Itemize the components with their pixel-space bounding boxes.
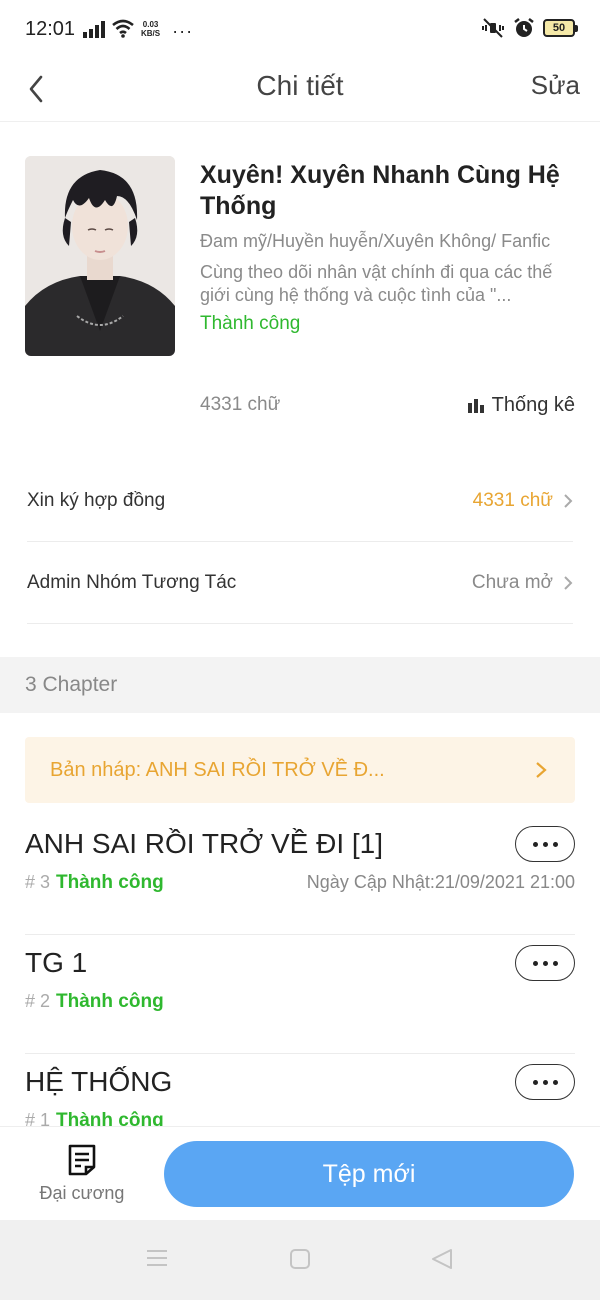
status-bar: 12:01 0.03 KB/S ··· 50 xyxy=(0,0,600,58)
net-speed: 0.03 KB/S xyxy=(141,20,160,38)
outline-label: Đại cương xyxy=(39,1183,125,1203)
battery-icon: 50 xyxy=(543,19,578,37)
status-left-icons: 0.03 KB/S ··· xyxy=(83,18,194,41)
statistics-button[interactable]: Thống kê xyxy=(467,394,575,417)
status-right-icons: 50 xyxy=(481,17,578,39)
more-dots-icon xyxy=(532,1079,538,1085)
book-title: Xuyên! Xuyên Nhanh Cùng Hệ Thống xyxy=(200,161,560,220)
alarm-icon xyxy=(514,18,534,37)
more-dots-icon xyxy=(532,960,538,966)
mute-icon xyxy=(482,18,504,38)
book-cover-image[interactable] xyxy=(25,156,175,356)
chapter-status: Thành công xyxy=(56,872,164,893)
edit-button[interactable]: Sửa xyxy=(531,70,580,101)
bottom-action-bar: Đại cương Tệp mới xyxy=(0,1126,600,1220)
more-status-icon: ··· xyxy=(172,21,194,41)
chevron-right-icon xyxy=(564,494,573,508)
chapter-meta: # 2 Thành công xyxy=(25,991,164,1013)
menu-icon[interactable] xyxy=(146,1248,168,1268)
chapter-item[interactable]: HỆ THỐNG # 1 Thành công xyxy=(25,1054,575,1126)
chapter-item[interactable]: ANH SAI RỒI TRỞ VỀ ĐI [1] # 3 Thành công … xyxy=(25,816,575,935)
chapter-status: Thành công xyxy=(56,1110,164,1126)
chapter-meta: # 1 Thành công xyxy=(25,1110,164,1126)
book-word-count: 4331 chữ xyxy=(200,394,281,415)
system-navigation-bar xyxy=(0,1220,600,1300)
wifi-icon xyxy=(112,19,134,38)
admin-group-value: Chưa mở xyxy=(471,572,553,593)
bar-chart-icon xyxy=(467,398,484,413)
new-file-button[interactable]: Tệp mới xyxy=(164,1141,574,1207)
book-description: Cùng theo dõi nhân vật chính đi qua các … xyxy=(200,262,553,305)
contract-row[interactable]: Xin ký hợp đồng 4331 chữ xyxy=(27,460,573,542)
more-options-button[interactable] xyxy=(515,826,575,862)
chapter-updated: Ngày Cập Nhật:21/09/2021 21:00 xyxy=(306,872,575,892)
chapter-title: ANH SAI RỒI TRỞ VỀ ĐI [1] xyxy=(25,828,384,859)
document-list-icon xyxy=(68,1144,96,1176)
book-status: Thành công xyxy=(200,313,301,334)
chapter-title: TG 1 xyxy=(25,947,88,978)
chapter-number: # 2 xyxy=(25,991,51,1011)
battery-level: 50 xyxy=(552,22,566,34)
chapter-title: HỆ THỐNG xyxy=(25,1066,173,1097)
chapter-number: # 3 xyxy=(25,872,51,892)
chapter-item[interactable]: TG 1 # 2 Thành công xyxy=(25,935,575,1054)
chevron-right-icon xyxy=(536,762,547,778)
more-options-button[interactable] xyxy=(515,1064,575,1100)
net-speed-unit: KB/S xyxy=(141,29,161,38)
contract-value: 4331 chữ xyxy=(472,490,553,511)
contract-label: Xin ký hợp đồng xyxy=(27,490,166,511)
book-info: Xuyên! Xuyên Nhanh Cùng Hệ Thống Đam mỹ/… xyxy=(200,160,580,335)
draft-label: Bản nháp: ANH SAI RỒI TRỞ VỀ Đ... xyxy=(50,759,385,781)
outline-button[interactable]: Đại cương xyxy=(30,1143,134,1209)
chapter-count-header: 3 Chapter xyxy=(0,657,600,713)
chapter-status: Thành công xyxy=(56,991,164,1012)
admin-group-row[interactable]: Admin Nhóm Tương Tác Chưa mở xyxy=(27,542,573,624)
back-triangle-icon[interactable] xyxy=(430,1248,454,1270)
chapter-count: 3 Chapter xyxy=(25,673,118,696)
signal-icon xyxy=(83,20,105,38)
more-options-button[interactable] xyxy=(515,945,575,981)
book-genres: Đam mỹ/Huyền huyễn/Xuyên Không/ Fanfic xyxy=(200,231,551,251)
chevron-right-icon xyxy=(564,576,573,590)
contract-value-group: 4331 chữ xyxy=(473,490,573,512)
home-square-icon[interactable] xyxy=(289,1248,311,1270)
chapter-number: # 1 xyxy=(25,1110,51,1126)
more-dots-icon xyxy=(532,841,538,847)
admin-group-value-group: Chưa mở xyxy=(472,572,573,594)
nav-bar: Chi tiết Sửa xyxy=(0,58,600,122)
draft-banner[interactable]: Bản nháp: ANH SAI RỒI TRỞ VỀ Đ... xyxy=(25,737,575,803)
statistics-label: Thống kê xyxy=(491,394,575,416)
admin-group-label: Admin Nhóm Tương Tác xyxy=(27,572,237,593)
status-time: 12:01 xyxy=(25,18,76,40)
chapter-meta: # 3 Thành công xyxy=(25,872,164,894)
net-speed-value: 0.03 xyxy=(142,20,159,29)
page-title: Chi tiết xyxy=(256,70,344,101)
